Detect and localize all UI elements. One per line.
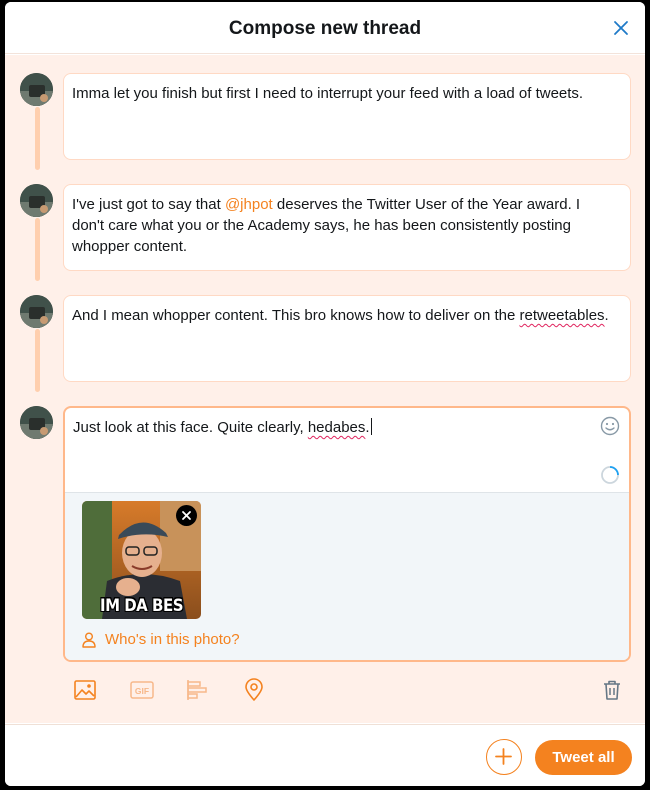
add-media-button[interactable] bbox=[72, 677, 98, 703]
close-icon bbox=[614, 21, 628, 35]
delete-tweet-button[interactable] bbox=[599, 677, 625, 703]
modal-header: Compose new thread bbox=[5, 2, 645, 54]
image-icon bbox=[74, 680, 96, 700]
poll-icon bbox=[187, 680, 207, 700]
tag-people-label: Who's in this photo? bbox=[105, 631, 240, 648]
add-gif-button[interactable]: GIF bbox=[129, 677, 155, 703]
svg-text:GIF: GIF bbox=[135, 686, 149, 696]
tweet-text: I've just got to say that @jhpot deserve… bbox=[72, 196, 581, 255]
tweet-editor[interactable]: I've just got to say that @jhpot deserve… bbox=[63, 184, 631, 271]
avatar bbox=[20, 295, 53, 328]
tweet-text: And I mean whopper content. This bro kno… bbox=[72, 307, 609, 324]
tweet-all-button[interactable]: Tweet all bbox=[535, 740, 632, 775]
location-icon bbox=[245, 678, 263, 701]
add-location-button[interactable] bbox=[241, 677, 267, 703]
modal-footer: Tweet all bbox=[5, 724, 645, 786]
remove-photo-button[interactable] bbox=[176, 505, 197, 526]
thread-connector-line bbox=[35, 218, 40, 281]
close-button[interactable] bbox=[609, 16, 633, 40]
user-mention-link[interactable]: @jhpot bbox=[225, 196, 273, 213]
thread-compose-area: Imma let you finish but first I need to … bbox=[5, 55, 645, 723]
emoji-button[interactable] bbox=[600, 416, 620, 436]
tweet-editor[interactable]: Imma let you finish but first I need to … bbox=[63, 73, 631, 160]
tag-people-link[interactable]: Who's in this photo? bbox=[82, 631, 240, 648]
media-attachment-area: IM DA BES Who's in this photo? bbox=[65, 492, 629, 660]
close-icon bbox=[182, 511, 191, 520]
misspelled-word: retweetables bbox=[519, 307, 605, 324]
active-tweet-editor[interactable]: Just look at this face. Quite clearly, h… bbox=[63, 406, 631, 662]
person-icon bbox=[82, 632, 96, 648]
text-caret bbox=[370, 418, 372, 435]
modal-title: Compose new thread bbox=[228, 18, 422, 39]
gif-icon: GIF bbox=[130, 681, 154, 699]
plus-icon bbox=[495, 748, 512, 765]
avatar bbox=[20, 406, 53, 439]
tweet-text: Imma let you finish but first I need to … bbox=[72, 85, 584, 102]
add-poll-button[interactable] bbox=[185, 677, 211, 703]
misspelled-word: hedabes bbox=[307, 419, 366, 436]
character-count-ring bbox=[600, 465, 620, 485]
add-tweet-button[interactable] bbox=[486, 739, 522, 775]
tweet-text: Just look at this face. Quite clearly, h… bbox=[73, 418, 372, 436]
photo-meme-caption: IM DA BES bbox=[100, 594, 184, 616]
compose-thread-modal: Compose new thread Imma let you finish b… bbox=[5, 2, 645, 786]
thread-connector-line bbox=[35, 107, 40, 170]
trash-icon bbox=[604, 680, 620, 700]
avatar bbox=[20, 184, 53, 217]
smiley-icon bbox=[600, 416, 620, 436]
thread-connector-line bbox=[35, 329, 40, 392]
tweet-editor[interactable]: And I mean whopper content. This bro kno… bbox=[63, 295, 631, 382]
avatar bbox=[20, 73, 53, 106]
